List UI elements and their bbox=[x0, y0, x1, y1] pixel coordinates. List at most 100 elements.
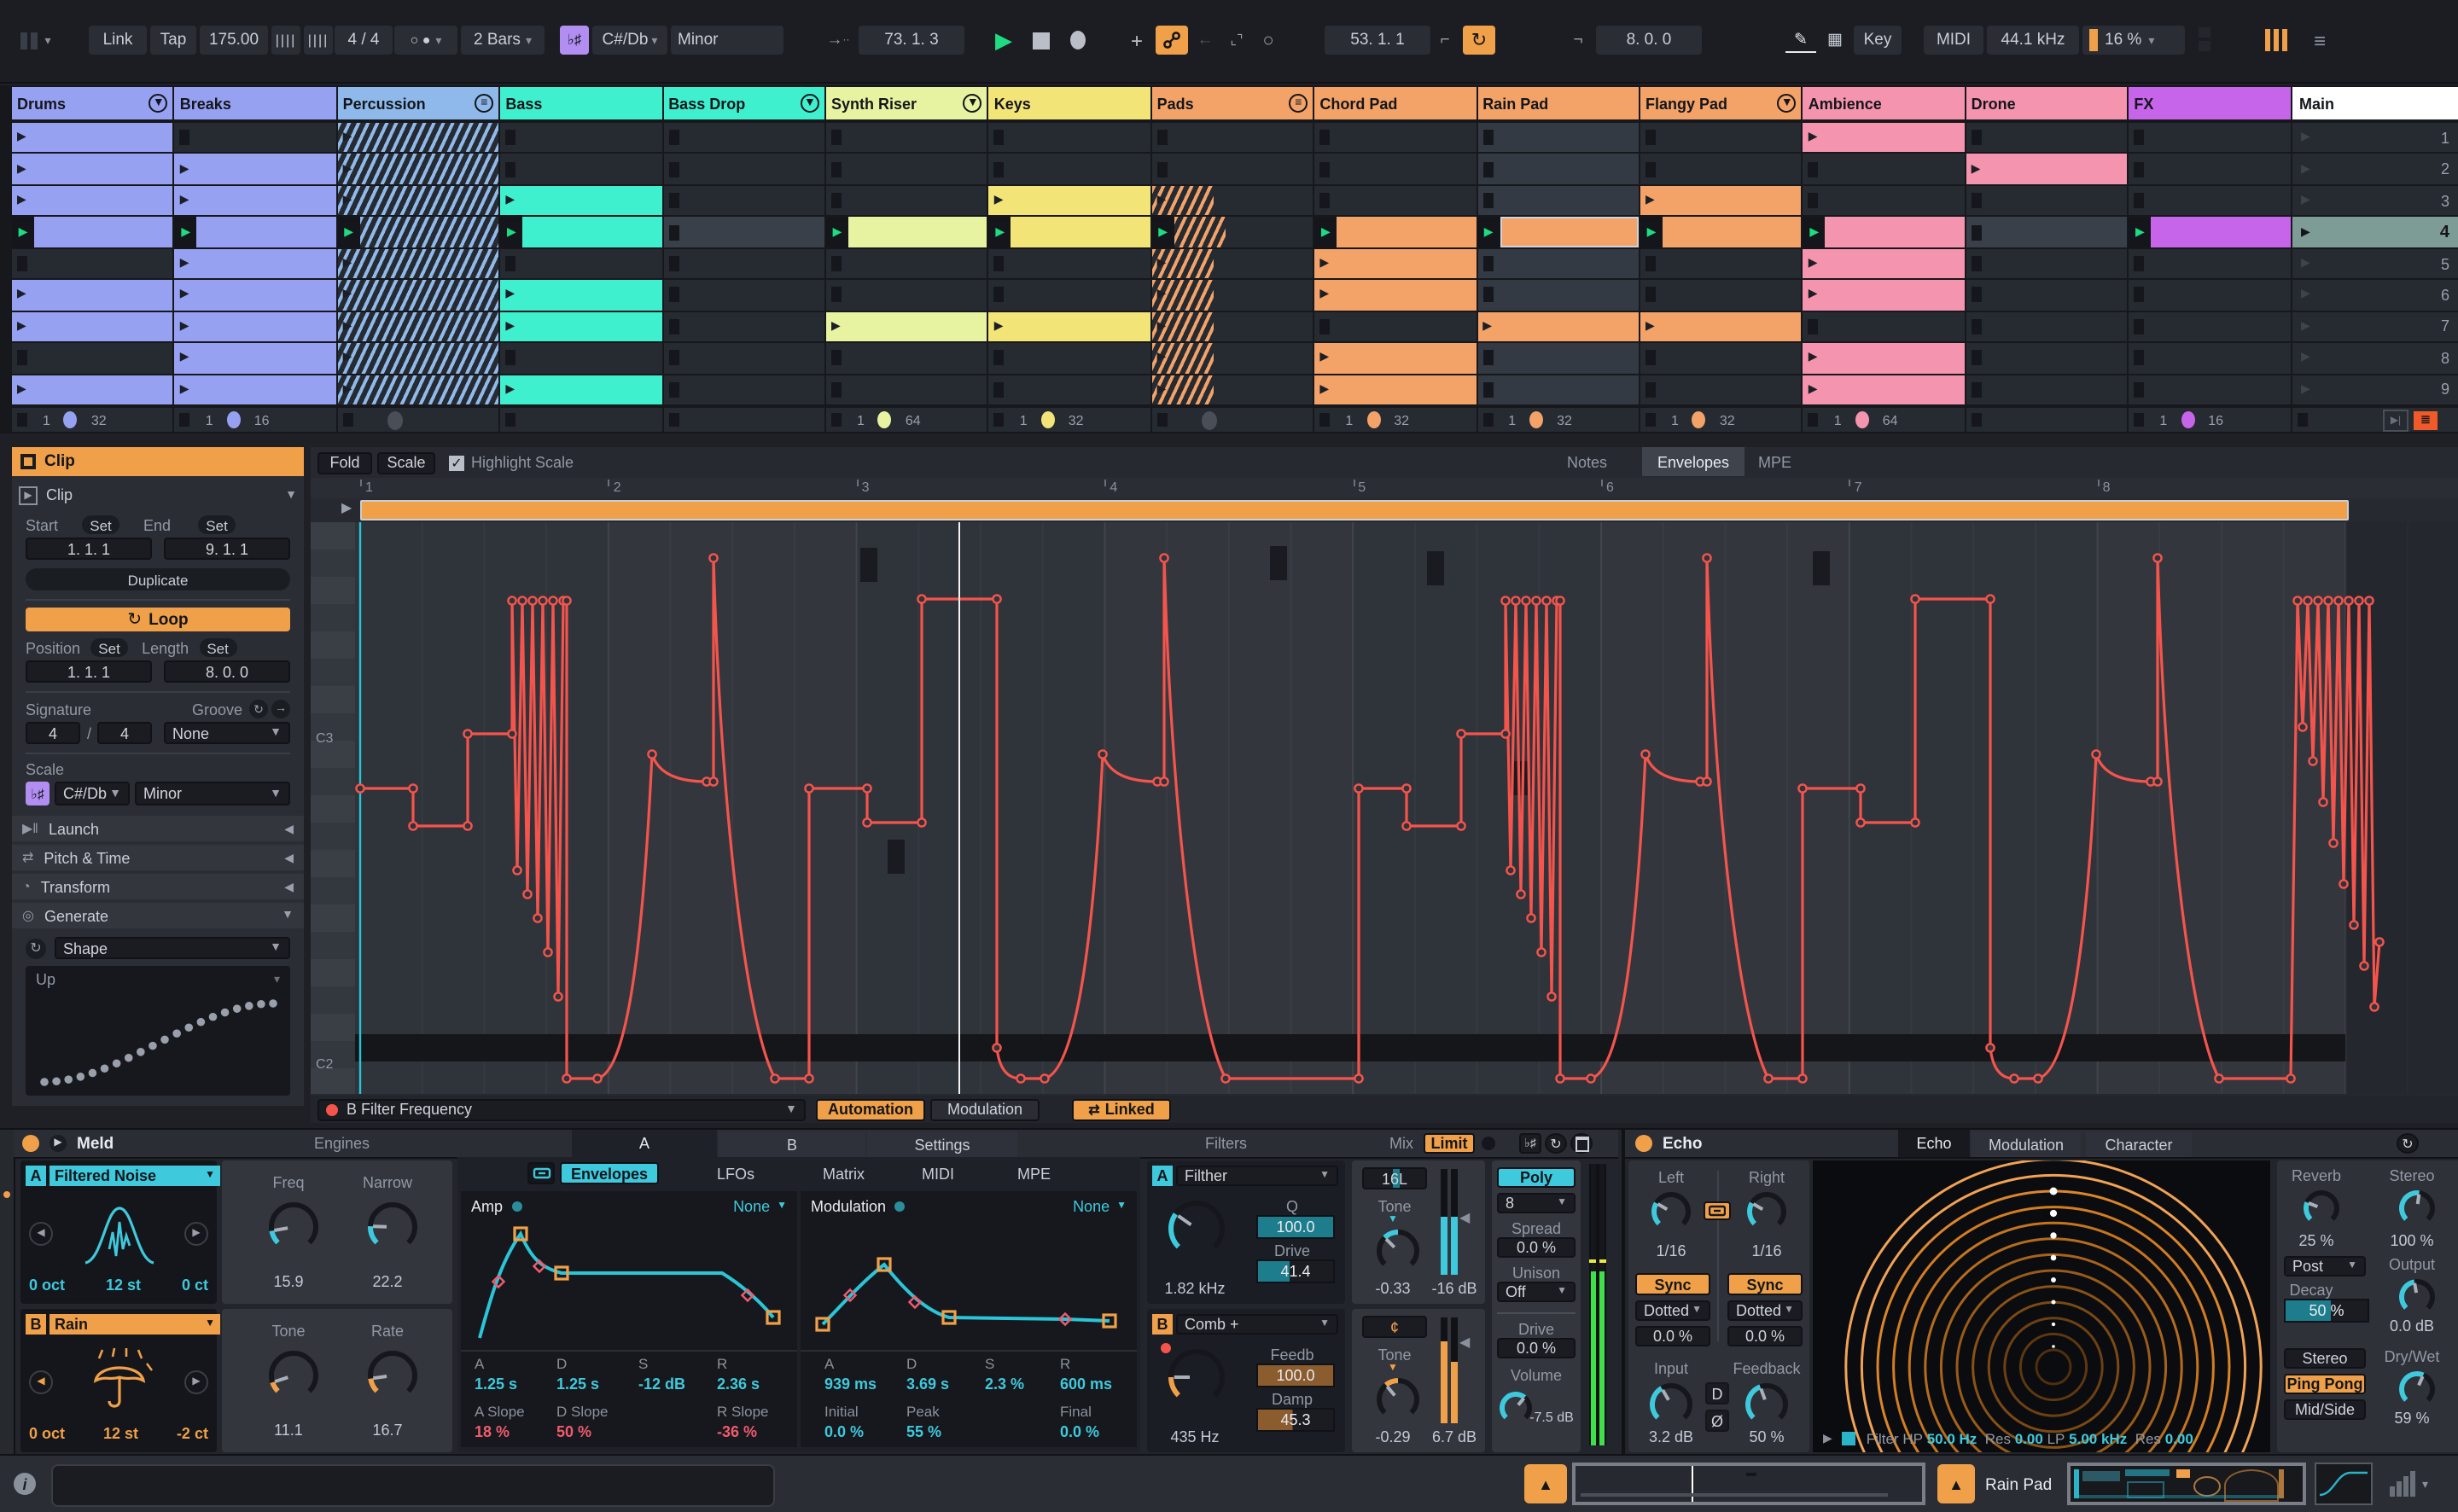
record-button[interactable] bbox=[1062, 26, 1092, 55]
pingpong-mode-button[interactable]: Ping Pong bbox=[2284, 1374, 2366, 1394]
track-fold-icon[interactable]: ▼ bbox=[800, 94, 819, 113]
session-view-toggle[interactable] bbox=[2257, 26, 2294, 55]
mix-b-tone-knob[interactable] bbox=[1372, 1374, 1424, 1425]
clip[interactable]: ▶ bbox=[1477, 311, 1639, 342]
clip-slot[interactable]: ▶ bbox=[174, 154, 336, 184]
envelope-target-selector[interactable]: B Filter Frequency ▼ bbox=[317, 1098, 806, 1120]
echo-power-button[interactable] bbox=[1635, 1135, 1652, 1152]
link-button[interactable]: Link bbox=[89, 26, 147, 55]
fold-button[interactable]: Fold bbox=[317, 451, 372, 474]
subtab-matrix[interactable]: Matrix bbox=[823, 1165, 865, 1182]
clip-slot[interactable]: ▶ bbox=[337, 311, 499, 342]
metronome-button[interactable]: ○ ● ▾ bbox=[394, 26, 457, 55]
filter-a-freq-knob[interactable] bbox=[1164, 1196, 1229, 1261]
clip[interactable]: ▶ bbox=[12, 154, 173, 184]
filter-b-type-selector[interactable]: Comb + ▼ bbox=[1176, 1314, 1338, 1335]
clip-slot[interactable] bbox=[988, 375, 1150, 405]
echo-left-offset-field[interactable]: 0.0 % bbox=[1635, 1326, 1710, 1346]
param-d[interactable]: D 3.69 s bbox=[906, 1355, 985, 1393]
track-status[interactable]: 1 64 bbox=[1803, 408, 1965, 432]
mix-b-level-slider[interactable]: ◀ bbox=[1441, 1317, 1470, 1423]
clip-slot[interactable]: ▶ bbox=[337, 248, 499, 279]
amp-envelope-curve[interactable] bbox=[469, 1222, 790, 1345]
playing-clip[interactable] bbox=[848, 217, 987, 247]
amp-target-selector[interactable]: None ▼ bbox=[733, 1198, 787, 1215]
drywet-knob[interactable] bbox=[2395, 1367, 2439, 1411]
modulation-tab[interactable]: Modulation bbox=[930, 1098, 1040, 1120]
loop-position-field[interactable]: 1. 1. 1 bbox=[26, 660, 152, 683]
clip-slot[interactable]: ▶ bbox=[12, 311, 173, 342]
poly-button[interactable]: Poly bbox=[1497, 1167, 1576, 1188]
clip-slot[interactable] bbox=[500, 154, 662, 184]
automation-canvas[interactable] bbox=[355, 522, 2458, 1094]
clip-slot[interactable] bbox=[2129, 375, 2291, 405]
clip-slot[interactable]: ▶ bbox=[988, 217, 1150, 247]
scale-mode-icon[interactable]: ♭♯ bbox=[560, 26, 589, 55]
clip[interactable]: ▶ bbox=[1151, 280, 1214, 311]
automation-arm-button[interactable] bbox=[1156, 26, 1188, 55]
clip-slot[interactable] bbox=[1640, 375, 1802, 405]
echo-left-time-knob[interactable] bbox=[1647, 1188, 1695, 1236]
clip-slot[interactable]: ▶ bbox=[2129, 217, 2291, 247]
clip-slot[interactable] bbox=[1477, 123, 1639, 153]
mix-a-tone-value[interactable]: -0.33 bbox=[1355, 1280, 1430, 1297]
duplicate-button[interactable]: Duplicate bbox=[26, 568, 290, 590]
engine-b-next-button[interactable]: ▶ bbox=[184, 1370, 208, 1394]
subtab-envelopes[interactable]: Envelopes bbox=[560, 1162, 659, 1184]
save-preset-icon[interactable] bbox=[1570, 1133, 1593, 1154]
clip-scale-root-selector[interactable]: C#/Db ▼ bbox=[55, 782, 130, 805]
clip-slot[interactable]: ▶ bbox=[1151, 217, 1313, 247]
playing-clip[interactable] bbox=[2151, 217, 2291, 247]
mod-target-selector[interactable]: None ▼ bbox=[1073, 1198, 1127, 1215]
clip-slot[interactable] bbox=[988, 248, 1150, 279]
clip-slot[interactable] bbox=[663, 311, 824, 342]
key-map-button[interactable]: Key bbox=[1854, 26, 1902, 55]
clip-slot[interactable]: ▶ bbox=[12, 154, 173, 184]
loop-start-field[interactable]: 53. 1. 1 bbox=[1325, 26, 1430, 55]
param-final[interactable]: Final 0.0 % bbox=[1060, 1403, 1139, 1440]
clip-slot[interactable]: ▶ bbox=[174, 343, 336, 374]
scene-slot[interactable]: ▶ 9 bbox=[2292, 375, 2458, 405]
stop-all-clips-button[interactable]: ▶| bbox=[2383, 409, 2408, 431]
meld-expand-icon[interactable]: ▶ bbox=[50, 1135, 67, 1152]
unison-selector[interactable]: Off ▼ bbox=[1497, 1282, 1576, 1302]
engine-a-prev-button[interactable]: ◀ bbox=[29, 1222, 53, 1246]
clip-slot[interactable] bbox=[1640, 280, 1802, 311]
clip-slot[interactable] bbox=[663, 123, 824, 153]
echo-input-value[interactable]: 3.2 dB bbox=[1632, 1428, 1710, 1445]
clip-slot[interactable]: ▶ bbox=[1803, 217, 1965, 247]
clip[interactable]: ▶ bbox=[988, 311, 1150, 342]
filter-b-freq-knob[interactable] bbox=[1164, 1345, 1229, 1410]
playing-clip[interactable] bbox=[1663, 217, 1802, 247]
info-icon[interactable]: i bbox=[14, 1473, 36, 1495]
clip-slot[interactable]: ▶ bbox=[337, 123, 499, 153]
drywet-value[interactable]: 59 % bbox=[2373, 1410, 2451, 1427]
clip-slot[interactable]: ▶ bbox=[1477, 217, 1639, 247]
signature-denominator-field[interactable]: 4 bbox=[97, 722, 152, 744]
track-fold-icon[interactable]: ▼ bbox=[1777, 94, 1797, 113]
launch-section[interactable]: ▶‖ Launch ◀ bbox=[12, 816, 304, 841]
mix-b-pan[interactable]: ¢ bbox=[1362, 1316, 1427, 1338]
clip-slot[interactable]: ▶ bbox=[500, 375, 662, 405]
clip[interactable]: ▶ bbox=[1966, 154, 2128, 184]
track-menu-icon[interactable]: ≡ bbox=[1289, 94, 1308, 113]
time-signature-field[interactable]: 4 / 4 bbox=[335, 26, 393, 55]
clip-slot[interactable] bbox=[1640, 123, 1802, 153]
envelope-link-icon[interactable] bbox=[527, 1162, 555, 1184]
clip-slot[interactable]: ▶ bbox=[337, 154, 499, 184]
pitch-time-section[interactable]: ⇄ Pitch & Time ◀ bbox=[12, 845, 304, 870]
clip[interactable]: ▶ bbox=[337, 280, 499, 311]
clip-slot[interactable] bbox=[1966, 123, 2128, 153]
scale-name-menu[interactable]: Minor bbox=[671, 26, 783, 55]
tap-tempo-button[interactable]: Tap bbox=[150, 26, 196, 55]
clip-slot[interactable]: ▶ bbox=[500, 280, 662, 311]
clip-slot[interactable] bbox=[500, 248, 662, 279]
clip-scale-name-selector[interactable]: Minor ▼ bbox=[135, 782, 290, 805]
clip-slot[interactable] bbox=[1314, 311, 1477, 342]
stop-button[interactable] bbox=[1026, 26, 1057, 55]
clip-slot[interactable] bbox=[663, 343, 824, 374]
clip[interactable]: ▶ bbox=[1151, 375, 1214, 405]
clip-slot[interactable]: ▶ bbox=[1640, 311, 1802, 342]
clip[interactable]: ▶ bbox=[1151, 311, 1214, 342]
reverb-knob[interactable] bbox=[2299, 1186, 2344, 1230]
